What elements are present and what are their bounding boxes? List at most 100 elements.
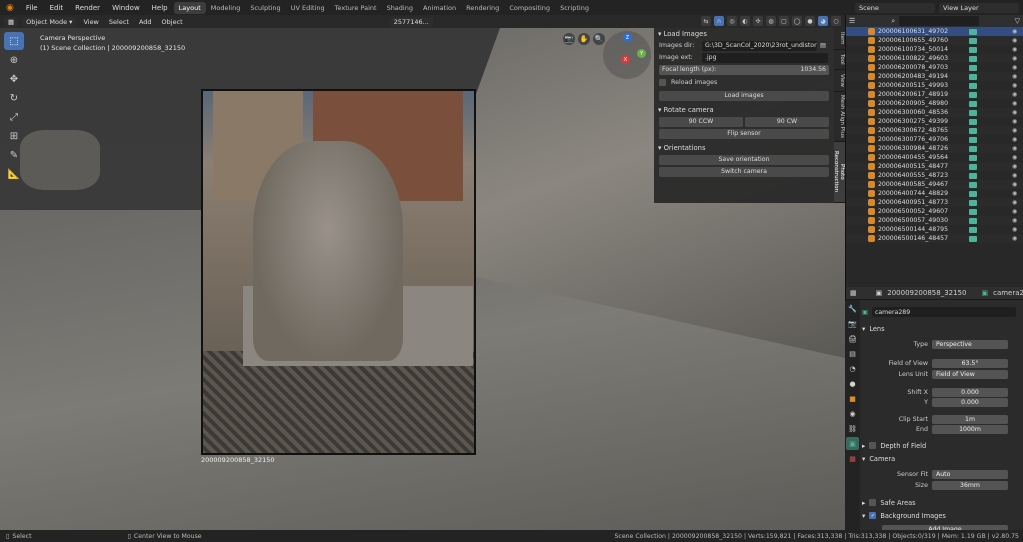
camera-data-icon[interactable] — [969, 91, 977, 98]
camera-data-icon[interactable] — [969, 154, 977, 161]
tab-photo-reconstruction[interactable]: Photo Reconstruction — [833, 142, 845, 203]
outliner-row[interactable]: 200006100631_49702 ◉ — [846, 27, 1023, 36]
x-axis-icon[interactable]: X — [621, 55, 630, 64]
tab-view[interactable]: View — [834, 70, 845, 92]
tab-scripting[interactable]: Scripting — [555, 2, 594, 14]
eye-icon[interactable]: ◉ — [1012, 172, 1017, 179]
y-axis-icon[interactable]: Y — [637, 49, 646, 58]
outliner-editor-icon[interactable]: ☰ — [849, 17, 855, 25]
camera-data-icon[interactable] — [969, 64, 977, 71]
outliner-row[interactable]: 200006400515_48477 ◉ — [846, 162, 1023, 171]
clip-end-field[interactable]: 1000m — [932, 424, 1008, 434]
outliner-row[interactable]: 200006300275_49399 ◉ — [846, 117, 1023, 126]
outliner-row[interactable]: 200006200483_49194 ◉ — [846, 72, 1023, 81]
tab-shading[interactable]: Shading — [382, 2, 418, 14]
save-orientation-button[interactable]: Save orientation — [659, 154, 829, 165]
outliner-row[interactable]: 200006200078_49703 ◉ — [846, 63, 1023, 72]
object-props-icon[interactable]: ■ — [846, 392, 859, 405]
safe-areas-header[interactable]: ▸ Safe Areas — [862, 497, 1022, 508]
tool-settings-icon[interactable]: 🔧 — [846, 302, 859, 315]
tab-texture-paint[interactable]: Texture Paint — [330, 2, 382, 14]
eye-icon[interactable]: ◉ — [1012, 55, 1017, 62]
material-shading-icon[interactable]: ◕ — [818, 16, 828, 26]
camera-data-icon[interactable]: ▣ — [846, 437, 859, 450]
eye-icon[interactable]: ◉ — [1012, 190, 1017, 197]
eye-icon[interactable]: ◉ — [1012, 127, 1017, 134]
outliner-row[interactable]: 200006100734_50014 ◉ — [846, 45, 1023, 54]
camera-data-icon[interactable] — [969, 235, 977, 242]
eye-icon[interactable]: ◉ — [1012, 145, 1017, 152]
view-layer-icon[interactable]: ▤ — [846, 347, 859, 360]
transform-tool-icon[interactable]: ⊞ — [4, 127, 24, 145]
camera-view-icon[interactable]: 📷 — [563, 33, 575, 45]
outliner-row[interactable]: 200006200905_48980 ◉ — [846, 99, 1023, 108]
switch-camera-button[interactable]: Switch camera — [659, 166, 829, 177]
type-dropdown[interactable]: Perspective — [932, 339, 1008, 349]
editor-type-button[interactable]: ▦ — [4, 16, 19, 27]
outliner-search-input[interactable] — [899, 16, 980, 26]
eye-icon[interactable]: ◉ — [1012, 100, 1017, 107]
measure-icon[interactable]: 📐 — [4, 165, 24, 183]
overlay-icon[interactable]: ◍ — [766, 16, 776, 26]
scene-selector[interactable]: Scene — [855, 2, 935, 13]
frame-counter[interactable]: 2577146... — [389, 16, 433, 27]
tab-sculpting[interactable]: Sculpting — [245, 2, 285, 14]
navigation-gizmo[interactable]: Z X Y — [603, 31, 651, 79]
outliner-row[interactable]: 200006300060_48536 ◉ — [846, 108, 1023, 117]
eye-icon[interactable]: ◉ — [1012, 154, 1017, 161]
rotate-icon[interactable]: ↻ — [4, 89, 24, 107]
tab-animation[interactable]: Animation — [418, 2, 461, 14]
bg-images-checkbox[interactable]: ✓ — [869, 512, 877, 519]
eye-icon[interactable]: ◉ — [1012, 199, 1017, 206]
tab-mesh-align-plus[interactable]: Mesh Align Plus — [834, 92, 845, 142]
tab-modeling[interactable]: Modeling — [206, 2, 246, 14]
render-icon[interactable]: 📷 — [846, 317, 859, 330]
camera-data-icon[interactable] — [969, 190, 977, 197]
camera-data-icon[interactable] — [969, 55, 977, 62]
sensor-fit-dropdown[interactable]: Auto — [932, 469, 1008, 479]
select-box-icon[interactable]: ⬚ — [4, 32, 24, 50]
menu-window[interactable]: Window — [106, 4, 146, 12]
eye-icon[interactable]: ◉ — [1012, 109, 1017, 116]
xray-icon[interactable]: ▢ — [779, 16, 789, 26]
scale-icon[interactable]: ⤢ — [4, 108, 24, 126]
background-images-header[interactable]: ▾ ✓ Background Images — [862, 510, 1022, 521]
filter-icon[interactable]: ⌕ — [891, 17, 895, 26]
eye-icon[interactable]: ◉ — [1012, 226, 1017, 233]
outliner-row[interactable]: 200006400951_48773 ◉ — [846, 198, 1023, 207]
image-ext-input[interactable]: .jpg — [702, 52, 828, 63]
constraints-icon[interactable]: ⛓ — [846, 422, 859, 435]
folder-icon[interactable]: ▤ — [820, 42, 826, 49]
outliner-row[interactable]: 200006100822_49603 ◉ — [846, 54, 1023, 63]
blender-logo-icon[interactable]: ◉ — [0, 3, 20, 13]
lens-header[interactable]: ▾ Lens — [862, 323, 1022, 334]
pan-hand-icon[interactable]: ✋ — [578, 33, 590, 45]
camera-data-name-input[interactable]: camera289 — [871, 307, 1016, 317]
texture-icon[interactable]: ▦ — [846, 452, 859, 465]
output-icon[interactable]: 🖨 — [846, 332, 859, 345]
eye-icon[interactable]: ◉ — [1012, 118, 1017, 125]
outliner-row[interactable]: 200006500144_48795 ◉ — [846, 225, 1023, 234]
camera-data-icon[interactable] — [969, 46, 977, 53]
camera-data-icon[interactable] — [969, 127, 977, 134]
camera-data-icon[interactable] — [969, 73, 977, 80]
mode-selector[interactable]: Object Mode ▾ — [22, 16, 77, 27]
depth-of-field-header[interactable]: ▸ Depth of Field — [862, 440, 1022, 451]
menu-edit[interactable]: Edit — [44, 4, 70, 12]
lens-unit-dropdown[interactable]: Field of View — [932, 369, 1008, 379]
eye-icon[interactable]: ◉ — [1012, 208, 1017, 215]
proportional-icon[interactable]: ◎ — [727, 16, 737, 26]
load-images-header[interactable]: ▾ Load Images — [654, 28, 834, 40]
camera-data-icon[interactable] — [969, 82, 977, 89]
shift-y-field[interactable]: 0.000 — [932, 397, 1008, 407]
camera-data-icon[interactable] — [969, 172, 977, 179]
orientations-header[interactable]: ▾ Orientations — [654, 142, 834, 154]
outliner-row[interactable]: 200006300984_48726 ◉ — [846, 144, 1023, 153]
tab-uv-editing[interactable]: UV Editing — [286, 2, 330, 14]
properties-editor-icon[interactable]: ▦ — [850, 289, 857, 297]
camera-data-icon[interactable] — [969, 100, 977, 107]
images-dir-input[interactable]: G:\3D_ScanCol_2020\23rot_undistorted\ — [702, 40, 817, 51]
menu-help[interactable]: Help — [146, 4, 174, 12]
tab-rendering[interactable]: Rendering — [461, 2, 504, 14]
flip-sensor-button[interactable]: Flip sensor — [659, 128, 829, 139]
